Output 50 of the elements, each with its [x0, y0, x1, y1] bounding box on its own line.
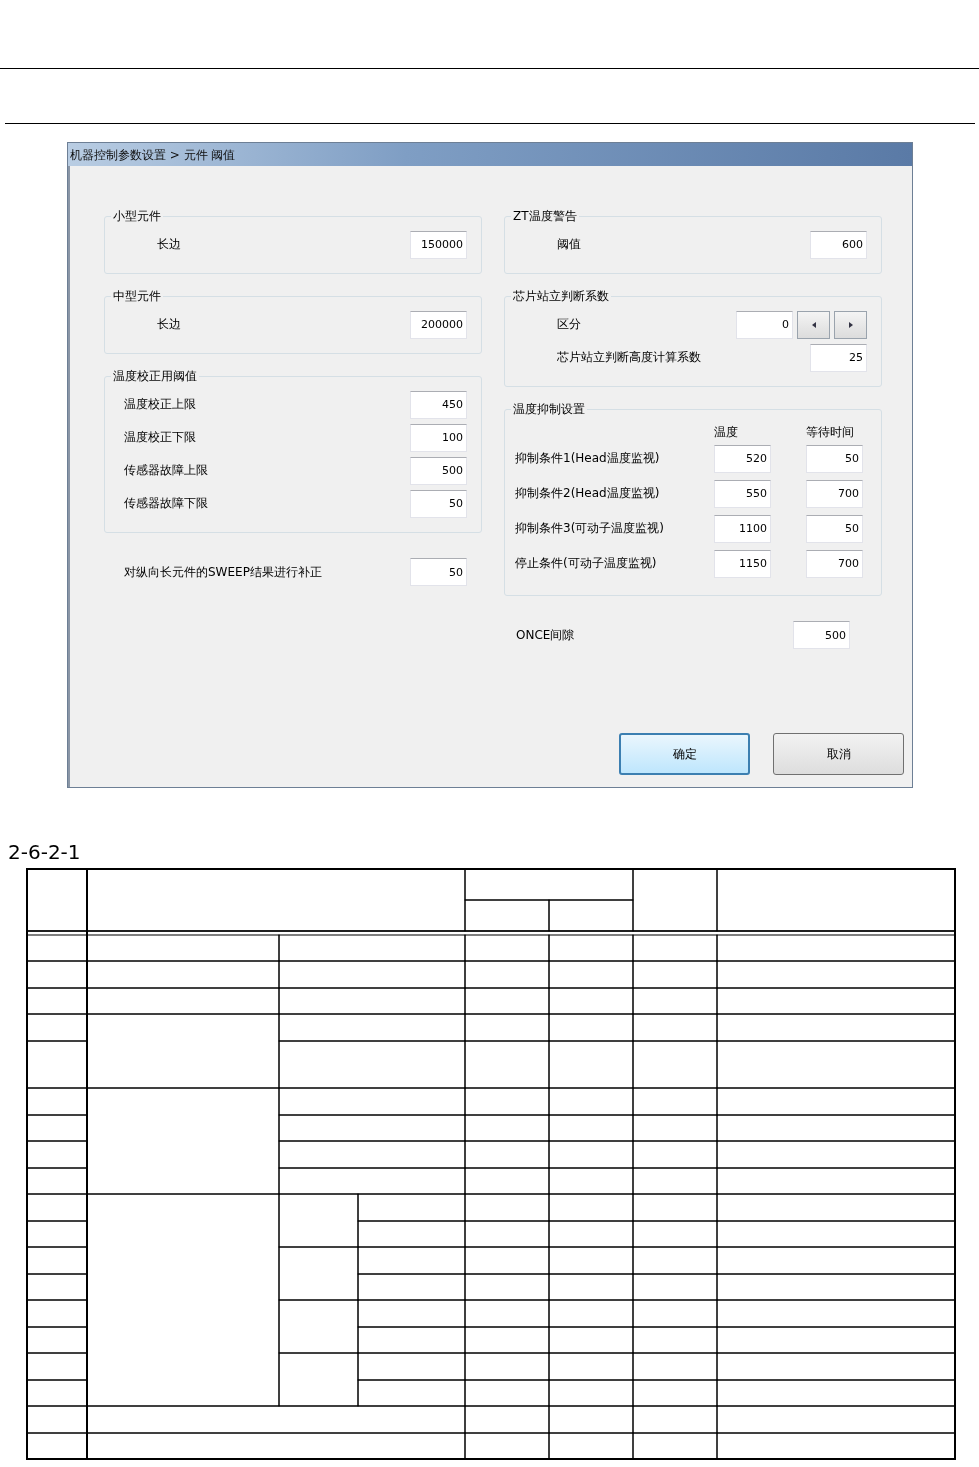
number-field[interactable]: 200000 [410, 310, 467, 339]
field-label: ONCE间隙 [516, 626, 575, 644]
number-field[interactable]: 700 [806, 549, 863, 578]
row-label: 抑制条件2(Head温度监视) [515, 485, 661, 502]
window-title: 机器控制参数设置 > 元件 阈值 [68, 143, 912, 166]
column-header: 等待时间 [806, 424, 855, 441]
row-label: 抑制条件1(Head温度监视) [515, 450, 661, 467]
field-label: 长边 [157, 316, 181, 333]
group-title: 芯片站立判断系数 [512, 288, 610, 305]
number-field[interactable]: 1100 [714, 514, 771, 543]
number-field[interactable]: 1150 [714, 549, 771, 578]
field-label: 芯片站立判断高度计算系数 [557, 349, 701, 366]
group-title: ZT温度警告 [512, 208, 578, 225]
field-label: 温度校正下限 [124, 429, 196, 446]
number-field[interactable]: 100 [410, 423, 467, 452]
number-field[interactable]: 50 [410, 489, 467, 518]
number-field[interactable]: 50 [806, 444, 863, 473]
field-label: 传感器故障上限 [124, 462, 208, 479]
number-field[interactable]: 50 [806, 514, 863, 543]
dialog-button[interactable]: 取消 [773, 733, 904, 775]
number-field[interactable]: 150000 [410, 230, 467, 259]
number-field[interactable]: 450 [410, 390, 467, 419]
row-label: 停止条件(可动子温度监视) [515, 555, 658, 572]
field-label: 温度校正上限 [124, 396, 196, 413]
number-field[interactable]: 0 [736, 310, 793, 339]
field-label: 传感器故障下限 [124, 495, 208, 512]
group-title: 温度抑制设置 [512, 401, 586, 418]
field-label: 长边 [157, 236, 181, 253]
number-field[interactable]: 550 [714, 479, 771, 508]
right-arrow-button[interactable] [834, 310, 867, 339]
figure-caption: 2-6-2-1 [8, 840, 82, 866]
column-header: 温度 [714, 424, 739, 441]
dialog-button[interactable]: 确定 [619, 733, 750, 775]
left-arrow-button[interactable] [797, 310, 830, 339]
number-field[interactable]: 700 [806, 479, 863, 508]
number-field[interactable]: 500 [410, 456, 467, 485]
field-label: 对纵向长元件的SWEEP结果进行补正 [124, 563, 322, 581]
number-field[interactable]: 520 [714, 444, 771, 473]
field-label: 阈值 [557, 236, 581, 253]
number-field[interactable]: 500 [793, 621, 850, 649]
right-arrow-icon [848, 321, 853, 328]
left-arrow-icon [811, 321, 816, 328]
group-title: 中型元件 [112, 288, 162, 305]
row-label: 抑制条件3(可动子温度监视) [515, 520, 665, 537]
number-field[interactable]: 600 [810, 230, 867, 259]
group-title: 小型元件 [112, 208, 162, 225]
field-label: 区分 [557, 316, 581, 333]
group-title: 温度校正用阈值 [112, 368, 198, 385]
number-field[interactable]: 50 [410, 558, 467, 586]
number-field[interactable]: 25 [810, 343, 867, 372]
